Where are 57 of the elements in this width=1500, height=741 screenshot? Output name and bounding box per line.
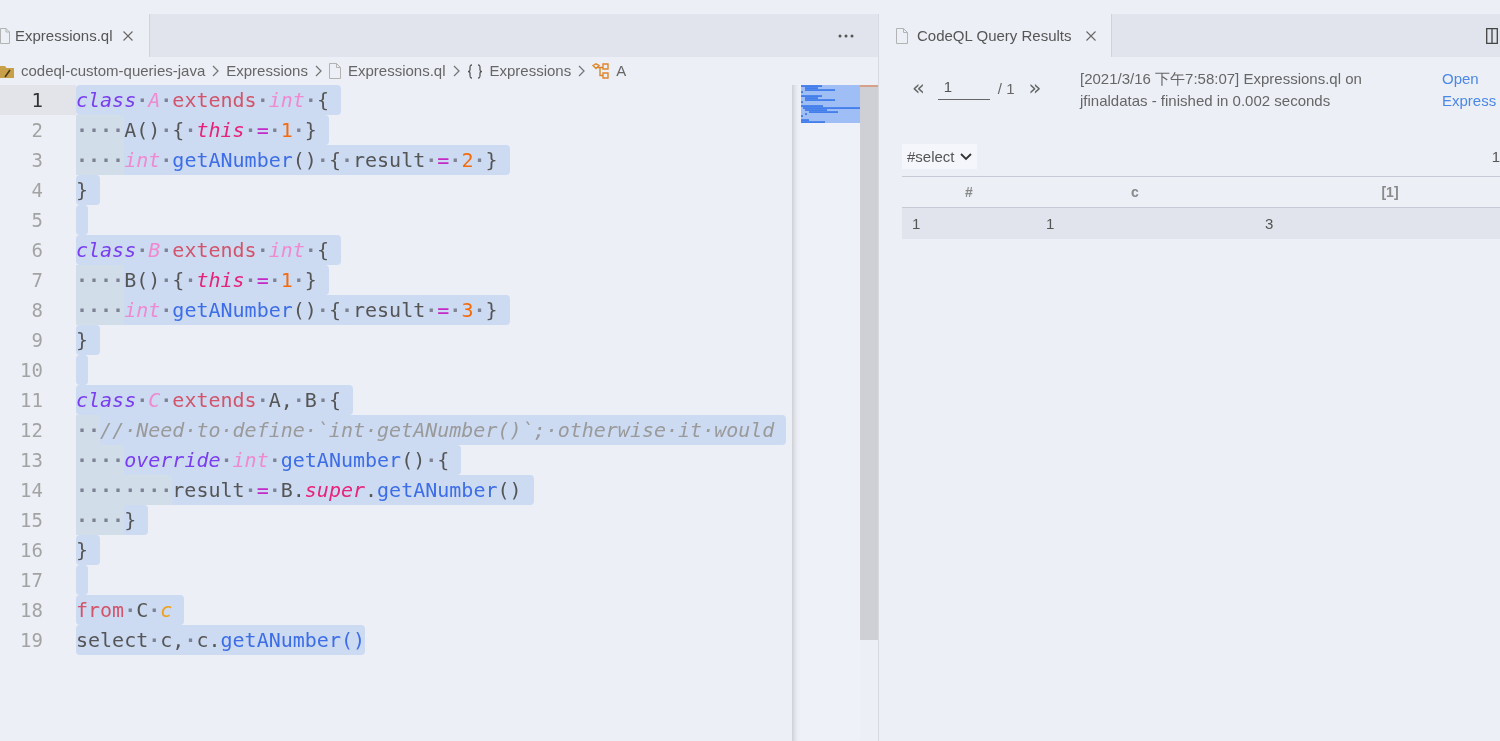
line-number: 11 <box>20 388 43 412</box>
result-set-dropdown[interactable]: #select <box>902 144 977 169</box>
close-icon[interactable] <box>1085 30 1096 41</box>
chevron-icon <box>212 65 220 77</box>
close-icon[interactable] <box>122 30 133 41</box>
line-number: 1 <box>31 88 43 112</box>
line-number: 3 <box>31 148 43 172</box>
overview-ruler-mark <box>860 85 878 87</box>
previous-page-button[interactable]: « <box>912 76 925 100</box>
next-page-button[interactable]: » <box>1028 76 1042 100</box>
scrollbar-thumb[interactable] <box>860 85 878 640</box>
result-count: 1 <box>1491 148 1500 165</box>
page-input[interactable]: 1 <box>937 76 990 100</box>
column-header[interactable]: c <box>1131 184 1139 200</box>
file-icon <box>896 27 908 44</box>
chevron-down-icon <box>959 152 972 161</box>
breadcrumb-item[interactable]: Expressions <box>226 61 308 81</box>
file-icon <box>0 27 10 44</box>
page-total: / 1 <box>997 79 1015 97</box>
chevron-icon <box>452 65 460 77</box>
line-number: 17 <box>20 568 43 592</box>
query-status-message: [2021/3/16 下午7:58:07] Expressions.ql on jfinaldatas - finished in 0.002 seconds <box>1080 69 1363 111</box>
breadcrumb-item[interactable]: Expressions <box>489 61 572 81</box>
line-number: 5 <box>31 208 43 232</box>
breadcrumb-item[interactable]: codeql-custom-queries-java <box>21 61 206 81</box>
chevron-icon <box>314 65 322 77</box>
line-number: 4 <box>31 178 43 202</box>
table-cell: 1 <box>1046 215 1055 232</box>
editor-tab[interactable]: Expressions.ql <box>0 14 150 57</box>
line-number: 9 <box>31 328 43 352</box>
line-number: 13 <box>20 448 43 472</box>
braces-icon <box>466 63 483 79</box>
results-tab[interactable]: CodeQL Query Results <box>879 14 1112 57</box>
column-header[interactable]: # <box>965 184 973 200</box>
split-editor-icon[interactable] <box>1486 27 1498 44</box>
line-number: 15 <box>20 508 43 532</box>
breadcrumb-item[interactable]: A <box>616 61 627 81</box>
line-number: 8 <box>31 298 43 322</box>
open-query-link[interactable]: Open Express <box>1442 68 1500 112</box>
line-number: 14 <box>20 478 43 502</box>
line-number: 16 <box>20 538 43 562</box>
chevron-icon <box>578 65 586 77</box>
line-number: 7 <box>31 268 43 292</box>
line-number: 6 <box>31 238 43 262</box>
column-header[interactable]: [1] <box>1381 184 1399 200</box>
line-number: 2 <box>31 118 43 142</box>
table-cell: 3 <box>1265 215 1274 232</box>
breadcrumb-item[interactable]: Expressions.ql <box>347 61 446 81</box>
folder-icon <box>0 64 14 78</box>
line-number: 18 <box>20 598 43 622</box>
class-icon <box>592 63 610 79</box>
line-number: 10 <box>20 358 43 382</box>
line-number: 12 <box>20 418 43 442</box>
table-cell: 1 <box>912 215 921 232</box>
more-icon[interactable] <box>838 33 854 38</box>
line-number: 19 <box>20 628 43 652</box>
file-icon <box>328 63 341 79</box>
